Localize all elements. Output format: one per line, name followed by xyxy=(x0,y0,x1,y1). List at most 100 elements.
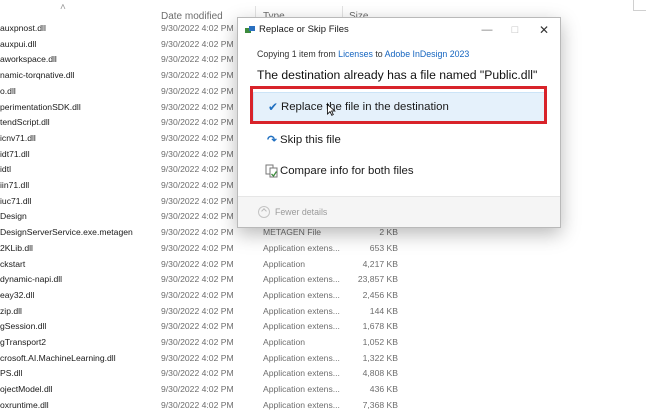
file-date: 9/30/2022 4:02 PM xyxy=(161,227,234,238)
file-type: Application extens... xyxy=(263,368,340,379)
file-type: Application extens... xyxy=(263,321,340,332)
fewer-details-link[interactable]: Fewer details xyxy=(275,207,327,217)
file-size: 436 KB xyxy=(369,384,398,395)
file-name: icnv71.dll xyxy=(0,132,36,143)
file-size: 1,678 KB xyxy=(362,321,398,332)
file-date: 9/30/2022 4:02 PM xyxy=(161,148,234,159)
file-date: 9/30/2022 4:02 PM xyxy=(161,132,234,143)
file-name: tendScript.dll xyxy=(0,117,50,128)
file-name: PS.dll xyxy=(0,368,23,379)
skip-file-option[interactable]: ↷ Skip this file xyxy=(253,126,545,156)
file-row[interactable]: ckstart 9/30/2022 4:02 PM Application 4,217… xyxy=(0,257,646,273)
compare-files-label: Compare info for both files xyxy=(280,165,414,177)
file-name: crosoft.AI.MachineLearning.dll xyxy=(0,352,116,363)
file-date: 9/30/2022 4:02 PM xyxy=(161,164,234,175)
file-name: 2KLib.dll xyxy=(0,242,33,253)
file-size: 4,808 KB xyxy=(362,368,398,379)
file-name: dynamic-napi.dll xyxy=(0,274,63,285)
file-name: idtl xyxy=(0,164,11,175)
destination-folder-link[interactable]: Adobe InDesign 2023 xyxy=(385,49,470,59)
file-date: 9/30/2022 4:02 PM xyxy=(161,117,234,128)
file-name: gTransport2 xyxy=(0,337,47,347)
file-row[interactable]: dynamic-napi.dll 9/30/2022 4:02 PM Applica… xyxy=(0,272,646,288)
file-row[interactable]: crosoft.AI.MachineLearning.dll 9/30/2022 … xyxy=(0,351,646,367)
file-row[interactable]: eay32.dll 9/30/2022 4:02 PM Application ex… xyxy=(0,288,646,304)
file-date: 9/30/2022 4:02 PM xyxy=(161,180,234,190)
file-type: Application extens... xyxy=(263,274,340,285)
file-name: eay32.dll xyxy=(0,289,35,300)
minimize-button[interactable]: — xyxy=(476,20,498,40)
file-date: 9/30/2022 4:02 PM xyxy=(161,70,234,81)
file-name: idt71.dll xyxy=(0,148,30,159)
file-name: auxpui.dll xyxy=(0,38,37,49)
file-name: ojectModel.dll xyxy=(0,384,53,395)
chevron-up-circle-icon[interactable] xyxy=(258,206,270,218)
file-row[interactable]: 2KLib.dll 9/30/2022 4:02 PM Application ex… xyxy=(0,241,646,257)
file-size: 7,368 KB xyxy=(362,399,398,410)
file-date: 9/30/2022 4:02 PM xyxy=(161,242,234,253)
annotation-highlight-box xyxy=(250,86,547,124)
source-folder-link[interactable]: Licenses xyxy=(338,49,373,59)
file-name: auxpnost.dll xyxy=(0,23,46,33)
file-size: 2,456 KB xyxy=(362,289,398,300)
close-button[interactable]: ✕ xyxy=(533,20,555,40)
file-name: iuc71.dll xyxy=(0,195,32,206)
conflict-heading: The destination already has a file named… xyxy=(257,68,538,82)
file-name: oxruntime.dll xyxy=(0,399,49,410)
file-row[interactable]: gTransport2 9/30/2022 4:02 PM Application 1… xyxy=(0,335,646,351)
file-size: 653 KB xyxy=(369,242,398,253)
file-date: 9/30/2022 4:02 PM xyxy=(161,211,234,222)
file-row[interactable]: oxruntime.dll 9/30/2022 4:02 PM Applicatio… xyxy=(0,398,646,413)
skip-file-label: Skip this file xyxy=(280,134,341,146)
file-date: 9/30/2022 4:02 PM xyxy=(161,38,234,49)
file-name: namic-torqnative.dll xyxy=(0,70,75,81)
file-date: 9/30/2022 4:02 PM xyxy=(161,352,234,363)
file-name: DesignServerService.exe.metagen xyxy=(0,227,133,238)
copy-summary-prefix: Copying 1 item from xyxy=(257,49,339,59)
file-date: 9/30/2022 4:02 PM xyxy=(161,384,234,395)
file-date: 9/30/2022 4:02 PM xyxy=(161,321,234,332)
file-type: Application extens... xyxy=(263,399,340,410)
file-name: aworkspace.dll xyxy=(0,54,57,65)
dialog-footer: Fewer details xyxy=(238,197,560,227)
file-name: zip.dll xyxy=(0,305,22,316)
file-date: 9/30/2022 4:02 PM xyxy=(161,85,234,96)
file-row[interactable]: zip.dll 9/30/2022 4:02 PM Application exte… xyxy=(0,304,646,320)
file-size: 1,322 KB xyxy=(362,352,398,363)
file-date: 9/30/2022 4:02 PM xyxy=(161,368,234,379)
file-date: 9/30/2022 4:02 PM xyxy=(161,258,234,269)
file-date: 9/30/2022 4:02 PM xyxy=(161,399,234,410)
compare-files-option[interactable]: Compare info for both files xyxy=(253,157,545,187)
dialog-title: Replace or Skip Files xyxy=(259,24,349,35)
file-date: 9/30/2022 4:02 PM xyxy=(161,101,234,112)
sort-chevron-up-icon[interactable]: ˄ xyxy=(60,2,66,13)
file-size: 144 KB xyxy=(369,305,398,316)
file-name: o.dll xyxy=(0,85,16,96)
file-row[interactable]: ojectModel.dll 9/30/2022 4:02 PM Applicati… xyxy=(0,382,646,398)
file-date: 9/30/2022 4:02 PM xyxy=(161,195,234,206)
file-row[interactable]: PS.dll 9/30/2022 4:02 PM Application exten… xyxy=(0,366,646,382)
file-type: Application xyxy=(263,337,306,347)
skip-arrow-icon: ↷ xyxy=(266,133,278,147)
file-type: Application extens... xyxy=(263,289,340,300)
file-name: gSession.dll xyxy=(0,321,47,332)
file-type: Application extens... xyxy=(263,352,340,363)
file-date: 9/30/2022 4:02 PM xyxy=(161,23,234,33)
file-name: ckstart xyxy=(0,258,26,269)
window-edge xyxy=(633,0,646,11)
file-type: Application extens... xyxy=(263,305,340,316)
copy-summary: Copying 1 item from Licenses to Adobe In… xyxy=(257,49,469,59)
file-date: 9/30/2022 4:02 PM xyxy=(161,305,234,316)
file-date: 9/30/2022 4:02 PM xyxy=(161,289,234,300)
file-date: 9/30/2022 4:02 PM xyxy=(161,274,234,285)
file-size: 1,052 KB xyxy=(362,337,398,347)
file-row[interactable]: gSession.dll 9/30/2022 4:02 PM Application… xyxy=(0,319,646,335)
file-type: Application extens... xyxy=(263,242,340,253)
file-name: Design xyxy=(0,211,27,222)
maximize-button[interactable]: □ xyxy=(504,20,526,40)
file-date: 9/30/2022 4:02 PM xyxy=(161,54,234,65)
file-size: 23,857 KB xyxy=(357,274,398,285)
file-size: 4,217 KB xyxy=(362,258,398,269)
compare-files-icon xyxy=(265,164,278,178)
dialog-titlebar[interactable]: Replace or Skip Files — □ ✕ xyxy=(238,18,560,42)
